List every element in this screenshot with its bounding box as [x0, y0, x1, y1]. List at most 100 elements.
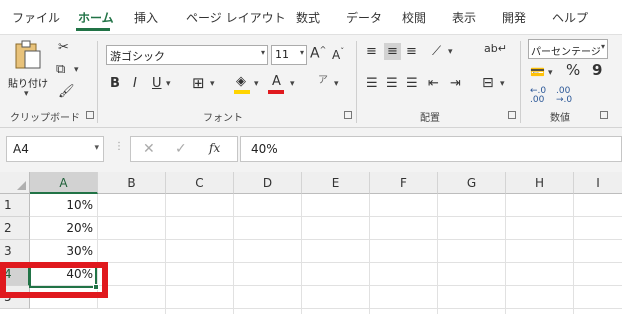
row-header-3[interactable]: 3	[0, 240, 30, 263]
decrease-indent-icon[interactable]: ⇤	[428, 77, 439, 90]
number-launcher-icon[interactable]	[600, 111, 608, 119]
borders-icon[interactable]: ⊞	[192, 76, 205, 91]
select-all-button[interactable]	[0, 172, 30, 194]
clipboard-launcher-icon[interactable]	[86, 111, 94, 119]
chevron-down-icon[interactable]: ▾	[448, 48, 453, 57]
cell-a2[interactable]: 20%	[30, 217, 98, 240]
column-header-d[interactable]: D	[234, 172, 302, 194]
number-group-label: 数値	[550, 113, 570, 124]
chevron-down-icon: ▾	[24, 89, 29, 99]
tab-data[interactable]: データ	[346, 9, 382, 26]
font-launcher-icon[interactable]	[344, 111, 352, 119]
divider	[356, 41, 357, 123]
align-center-icon[interactable]: ☰	[386, 77, 398, 90]
paste-button[interactable]: 貼り付け ▾	[8, 39, 48, 101]
align-right-icon[interactable]: ☰	[406, 77, 418, 90]
chevron-down-icon[interactable]: ▾	[210, 80, 215, 89]
formula-bar-grip-icon[interactable]: ⋮	[114, 141, 124, 152]
italic-button[interactable]: I	[133, 77, 137, 90]
font-color-swatch	[268, 90, 284, 94]
formula-bar: A4 ▾ ⋮ ✕ ✓ fx 40%	[0, 128, 622, 172]
number-format-value: パーセンテージ	[531, 47, 601, 58]
formula-input[interactable]: 40%	[240, 136, 622, 162]
font-name-select[interactable]: 游ゴシック ▾	[106, 45, 268, 65]
fill-color-icon[interactable]: ◈	[236, 75, 246, 88]
font-group-label: フォント	[203, 113, 243, 124]
align-left-icon[interactable]: ☰	[366, 77, 378, 90]
column-header-b[interactable]: B	[98, 172, 166, 194]
increase-decimal-icon[interactable]: ←.0.00	[530, 87, 546, 105]
tab-file[interactable]: ファイル	[12, 9, 60, 26]
column-header-h[interactable]: H	[506, 172, 574, 194]
name-box-value: A4	[13, 142, 29, 156]
chevron-down-icon[interactable]: ▾	[166, 80, 171, 89]
tab-page-layout[interactable]: ページ レイアウト	[186, 9, 286, 26]
font-size-select[interactable]: 11 ▾	[271, 45, 307, 65]
cell-a1[interactable]: 10%	[30, 194, 98, 217]
align-middle-icon[interactable]: ≡	[384, 43, 401, 60]
cancel-icon[interactable]: ✕	[143, 141, 155, 157]
paste-icon	[15, 40, 41, 69]
tab-developer[interactable]: 開発	[502, 9, 526, 26]
merge-center-icon[interactable]: ⊟	[482, 76, 494, 90]
alignment-group-label: 配置	[420, 113, 440, 124]
divider	[97, 41, 98, 123]
cut-icon[interactable]: ✂	[58, 41, 69, 54]
orientation-icon[interactable]: ⟋	[432, 45, 441, 58]
select-all-icon	[17, 181, 26, 190]
chevron-down-icon[interactable]: ▾	[334, 80, 339, 89]
chevron-down-icon: ▾	[260, 48, 265, 57]
increase-font-icon[interactable]: A^	[310, 46, 326, 61]
font-name-value: 游ゴシック	[110, 50, 165, 63]
row-header-1[interactable]: 1	[0, 194, 30, 217]
phonetic-guide-icon[interactable]: ア	[318, 76, 328, 86]
align-bottom-icon[interactable]: ≡	[406, 45, 417, 58]
column-header-g[interactable]: G	[438, 172, 506, 194]
chevron-down-icon[interactable]: ▾	[74, 66, 79, 75]
chevron-down-icon: ▾	[600, 42, 605, 51]
format-painter-icon[interactable]: 🖌	[58, 85, 75, 98]
percent-style-button[interactable]: %	[566, 63, 580, 78]
comma-style-button[interactable]: 9	[592, 63, 602, 78]
chevron-down-icon[interactable]: ▾	[500, 80, 505, 89]
underline-button[interactable]: U	[152, 77, 162, 90]
divider	[520, 41, 521, 123]
wrap-text-icon[interactable]: ab↵	[484, 43, 507, 54]
cell-a3[interactable]: 30%	[30, 240, 98, 263]
increase-indent-icon[interactable]: ⇥	[450, 77, 461, 90]
chevron-down-icon[interactable]: ▾	[254, 80, 259, 89]
tab-home[interactable]: ホーム	[78, 9, 114, 26]
chevron-down-icon[interactable]: ▾	[290, 80, 295, 89]
decrease-font-icon[interactable]: Aˇ	[332, 48, 344, 62]
column-header-f[interactable]: F	[370, 172, 438, 194]
ribbon-tabs: ファイル ホーム 挿入 ページ レイアウト 数式 データ 校閲 表示 開発 ヘル…	[0, 0, 622, 34]
column-header-a[interactable]: A	[30, 172, 98, 194]
tab-insert[interactable]: 挿入	[134, 9, 158, 26]
alignment-launcher-icon[interactable]	[508, 111, 516, 119]
tab-help[interactable]: ヘルプ	[552, 9, 588, 26]
tab-review[interactable]: 校閲	[402, 9, 426, 26]
chevron-down-icon[interactable]: ▾	[94, 143, 99, 153]
column-header-e[interactable]: E	[302, 172, 370, 194]
column-header-i[interactable]: I	[574, 172, 622, 194]
tab-view[interactable]: 表示	[452, 9, 476, 26]
chevron-down-icon[interactable]: ▾	[548, 69, 553, 78]
clipboard-group-label: クリップボード	[10, 113, 80, 124]
bold-button[interactable]: B	[110, 77, 120, 90]
align-top-icon[interactable]: ≡	[366, 45, 377, 58]
number-format-select[interactable]: パーセンテージ ▾	[528, 39, 608, 59]
formula-value: 40%	[251, 142, 278, 156]
name-box[interactable]: A4 ▾	[6, 136, 104, 162]
fill-color-swatch	[234, 90, 250, 94]
enter-icon[interactable]: ✓	[175, 141, 187, 157]
accounting-format-icon[interactable]: 💳	[530, 66, 545, 78]
decrease-decimal-icon[interactable]: .00 →.0	[556, 87, 572, 105]
copy-icon[interactable]: ⧉	[56, 63, 65, 76]
font-size-value: 11	[275, 48, 289, 61]
row-header-2[interactable]: 2	[0, 217, 30, 240]
column-header-c[interactable]: C	[166, 172, 234, 194]
font-color-icon[interactable]: A	[272, 75, 281, 88]
insert-function-button[interactable]: fx	[209, 141, 220, 155]
tab-formulas[interactable]: 数式	[296, 9, 320, 26]
chevron-down-icon: ▾	[299, 48, 304, 57]
